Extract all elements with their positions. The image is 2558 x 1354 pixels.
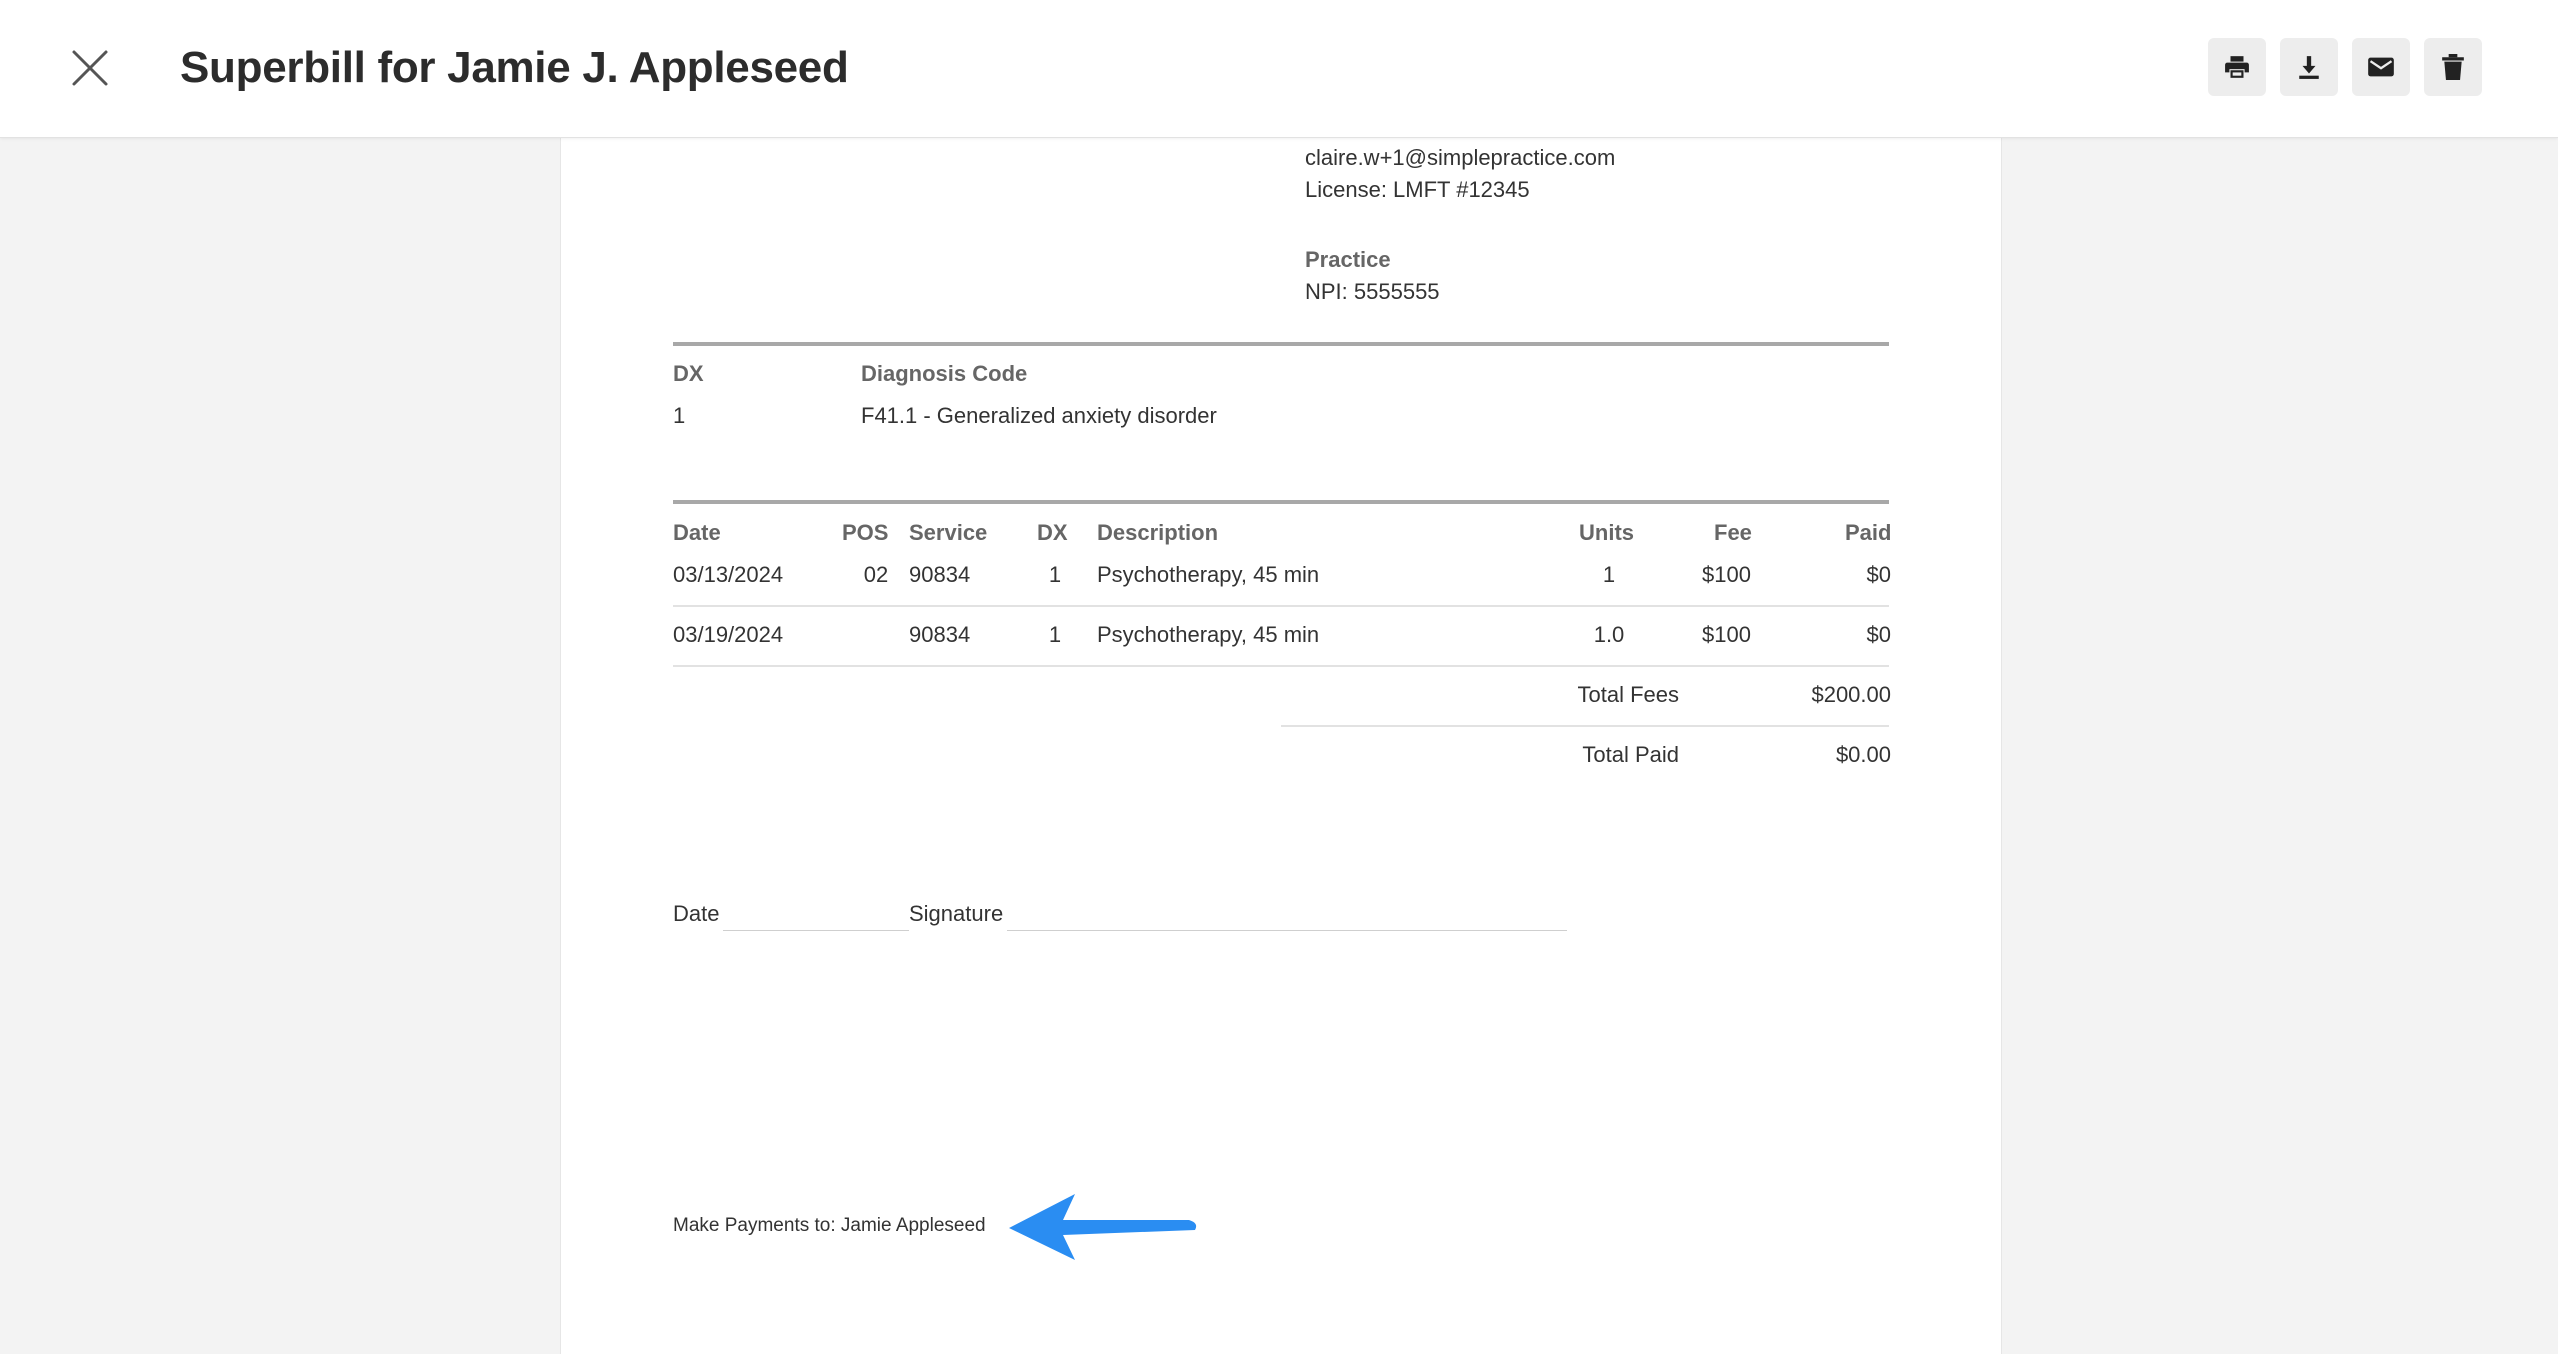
column-header-paid: Paid xyxy=(1845,520,1892,545)
superbill-header: Superbill for Jamie J. Appleseed xyxy=(0,0,2558,138)
signature-date-line xyxy=(723,930,909,931)
signature-line xyxy=(1007,930,1567,931)
row-paid: $0 xyxy=(1866,562,1891,587)
section-divider xyxy=(673,500,1889,504)
row-pos: 02 xyxy=(863,562,889,587)
column-header-description: Description xyxy=(1097,520,1219,545)
column-header-fee: Fee xyxy=(1714,520,1752,545)
download-button[interactable] xyxy=(2280,38,2338,96)
row-divider xyxy=(673,665,1889,667)
totals-divider xyxy=(1281,725,1889,727)
row-divider xyxy=(673,605,1889,607)
envelope-icon xyxy=(2368,57,2394,77)
total-paid-label: Total Paid xyxy=(1582,742,1679,767)
row-fee: $100 xyxy=(1702,622,1751,647)
close-button[interactable] xyxy=(66,44,114,92)
row-dx: 1 xyxy=(1048,622,1062,647)
total-fees-label: Total Fees xyxy=(1577,682,1680,707)
page-title: Superbill for Jamie J. Appleseed xyxy=(180,43,849,92)
row-dx: 1 xyxy=(1048,562,1062,587)
diagnosis-row-dx: 1 xyxy=(673,403,686,428)
diagnosis-header-dx: DX xyxy=(673,361,704,386)
row-fee: $100 xyxy=(1702,562,1751,587)
row-units: 1 xyxy=(1602,562,1616,587)
trash-icon xyxy=(2442,54,2464,80)
printer-icon xyxy=(2225,56,2249,78)
row-service: 90834 xyxy=(909,622,971,647)
row-description: Psychotherapy, 45 min xyxy=(1097,622,1320,647)
download-icon xyxy=(2299,56,2319,79)
diagnosis-row-code: F41.1 - Generalized anxiety disorder xyxy=(861,403,1217,428)
close-icon xyxy=(72,50,108,86)
arrow-left-icon xyxy=(1009,1194,1197,1260)
superbill-document: claire.w+1@simplepractice.com License: L… xyxy=(560,137,2002,1354)
column-header-service: Service xyxy=(909,520,988,545)
row-units: 1.0 xyxy=(1593,622,1625,647)
row-description: Psychotherapy, 45 min xyxy=(1097,562,1320,587)
practice-label: Practice xyxy=(1305,247,1391,272)
email-button[interactable] xyxy=(2352,38,2410,96)
provider-license: License: LMFT #12345 xyxy=(1305,177,1530,202)
toolbar xyxy=(2208,38,2482,96)
total-paid-value: $0.00 xyxy=(1835,742,1891,767)
make-payments-text: Make Payments to: Jamie Appleseed xyxy=(673,1215,986,1236)
provider-email: claire.w+1@simplepractice.com xyxy=(1305,145,1616,170)
signature-label: Signature xyxy=(909,901,1004,926)
section-divider xyxy=(673,342,1889,346)
signature-date-label: Date xyxy=(673,901,720,926)
column-header-pos: POS xyxy=(842,520,889,545)
row-date: 03/13/2024 xyxy=(673,562,784,587)
column-header-units: Units xyxy=(1579,520,1634,545)
total-fees-value: $200.00 xyxy=(1811,682,1891,707)
practice-npi: NPI: 5555555 xyxy=(1305,279,1440,304)
row-service: 90834 xyxy=(909,562,971,587)
row-date: 03/19/2024 xyxy=(673,622,784,647)
diagnosis-header-code: Diagnosis Code xyxy=(861,361,1028,386)
column-header-date: Date xyxy=(673,520,721,545)
row-paid: $0 xyxy=(1866,622,1891,647)
print-button[interactable] xyxy=(2208,38,2266,96)
column-header-dx: DX xyxy=(1037,520,1068,545)
delete-button[interactable] xyxy=(2424,38,2482,96)
